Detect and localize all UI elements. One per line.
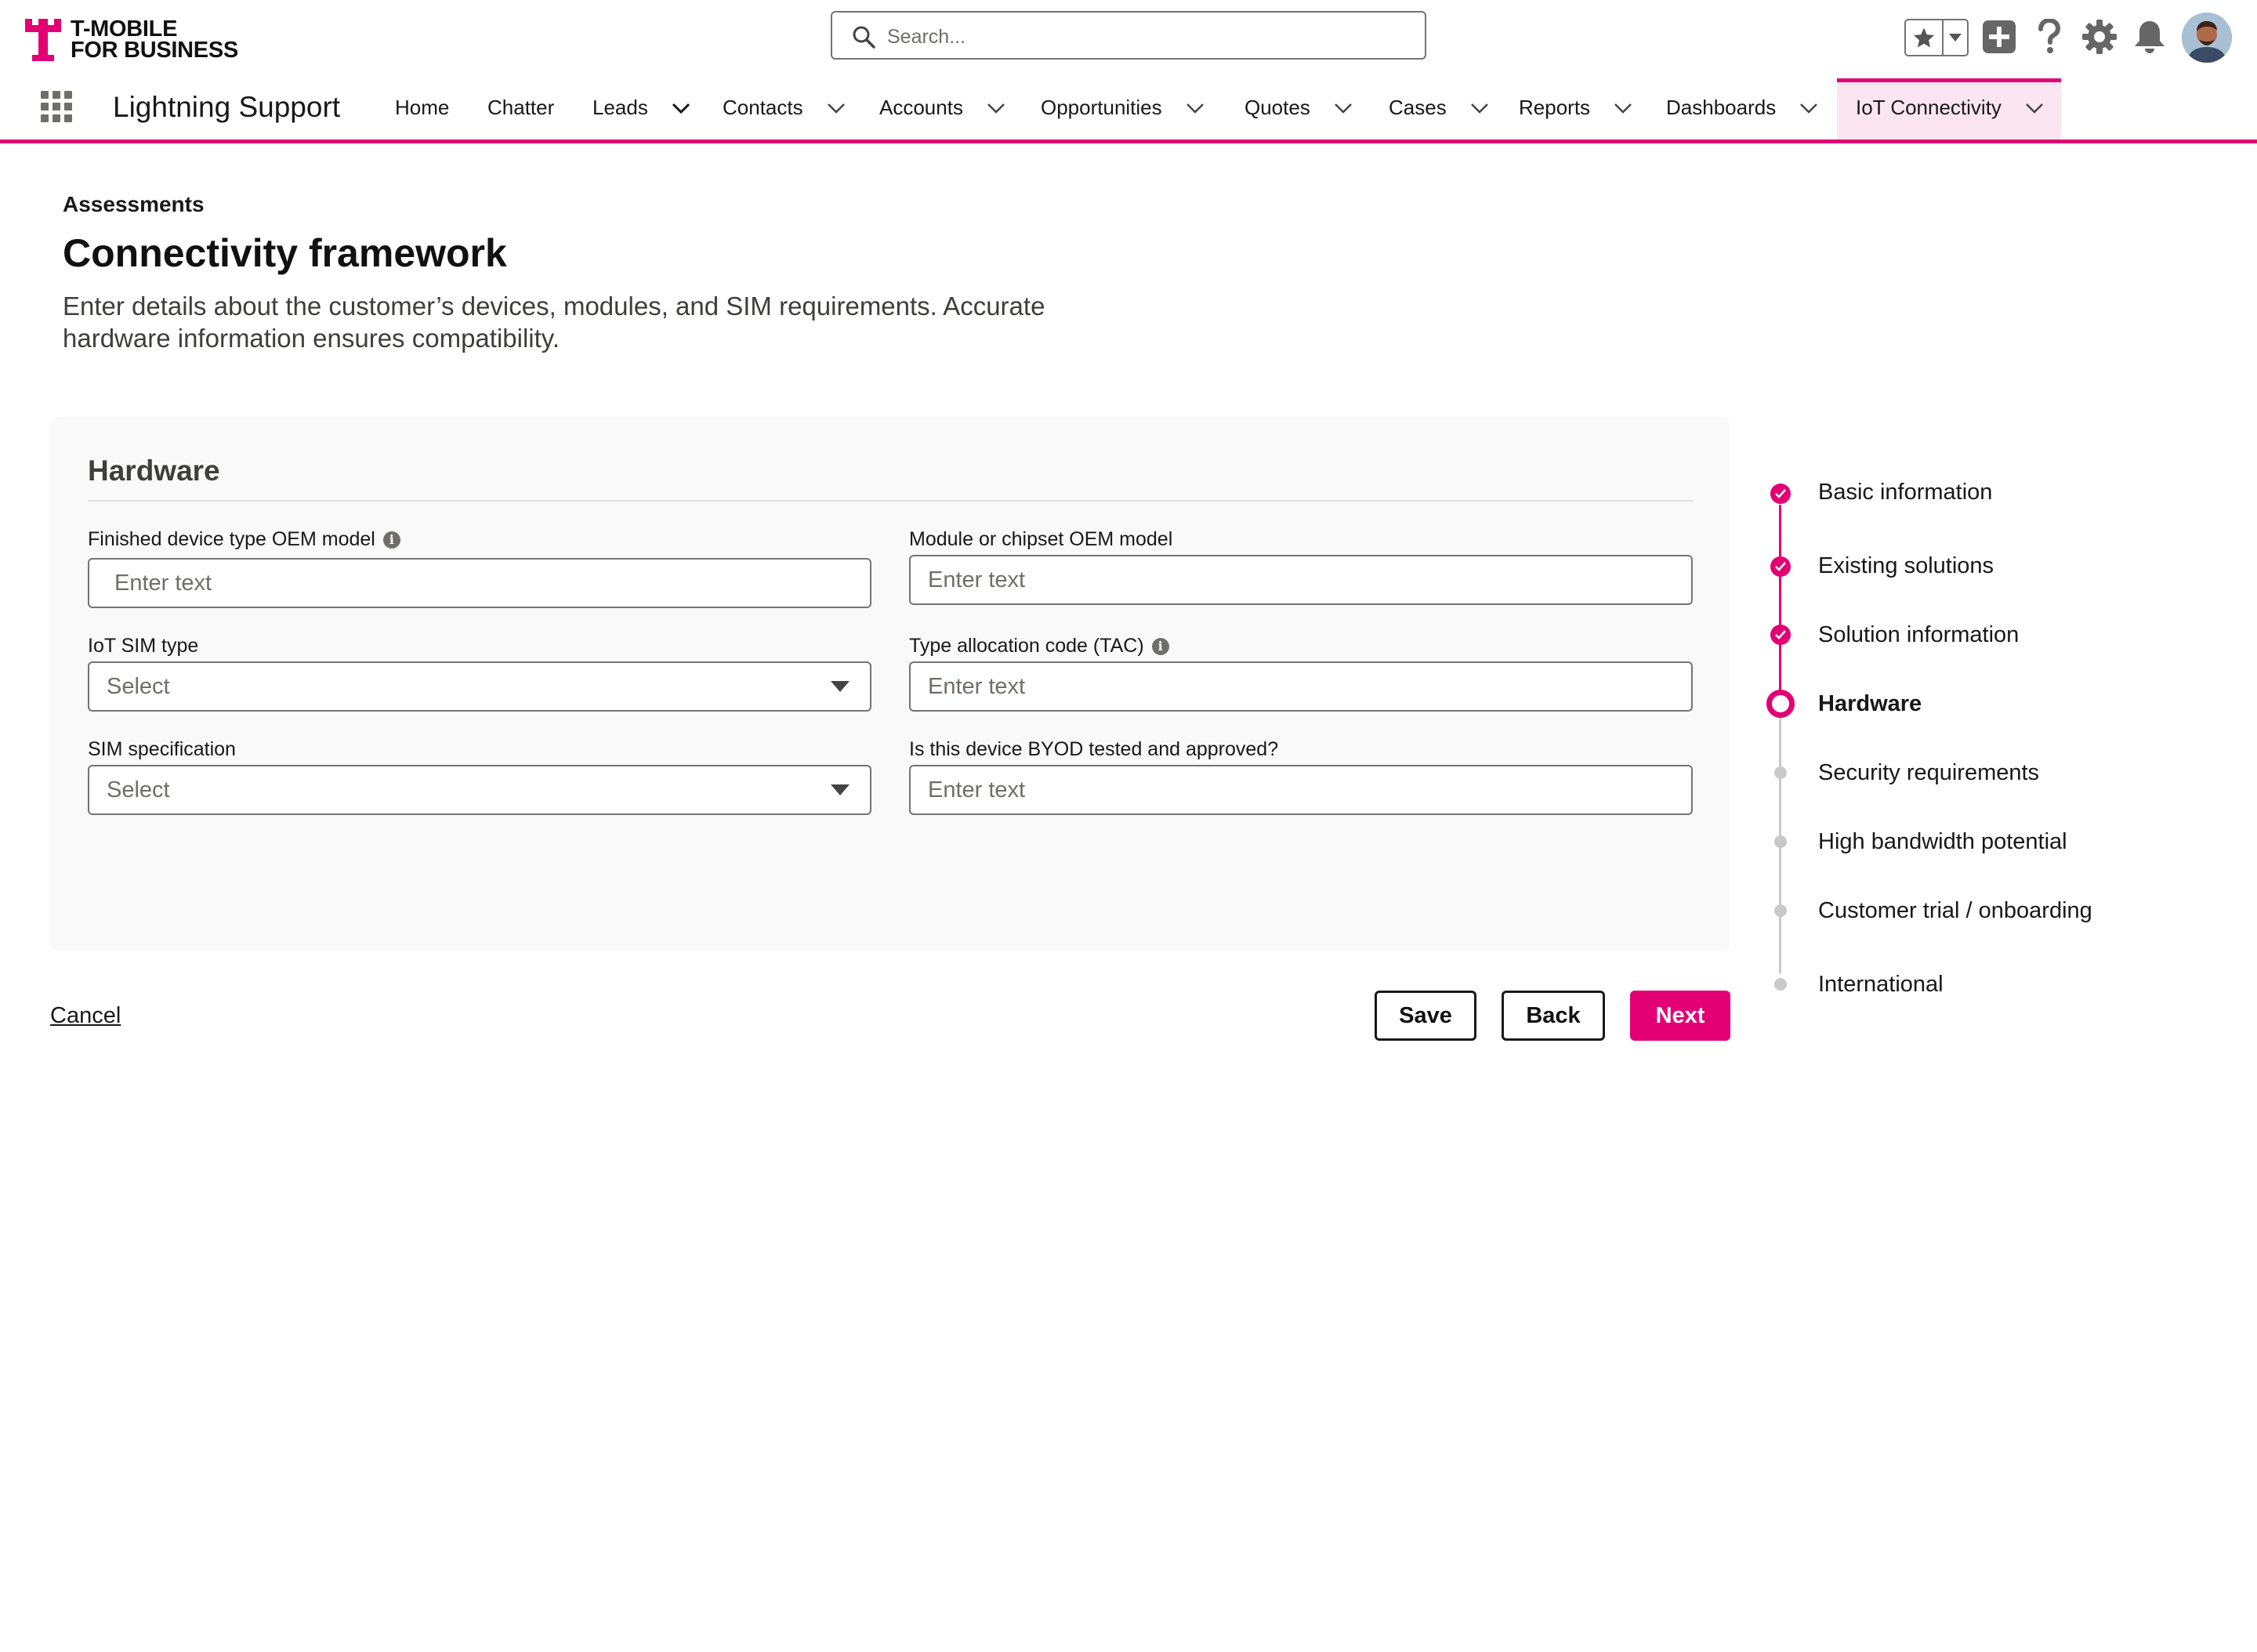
- nav-item-dashboards[interactable]: Dashboards: [1666, 96, 1818, 120]
- tac-label: Type allocation code (TAC) i: [909, 635, 1169, 658]
- step-high-bandwidth-potential[interactable]: High bandwidth potential: [1818, 829, 2067, 855]
- caret-down-icon: [831, 784, 850, 795]
- nav-item-cases[interactable]: Cases: [1389, 96, 1489, 120]
- nav-item-quotes[interactable]: Quotes: [1244, 96, 1353, 120]
- step-pending-icon: [1774, 978, 1787, 991]
- step-basic-information[interactable]: Basic information: [1818, 480, 1992, 505]
- sim-type-select[interactable]: Select: [88, 661, 871, 712]
- chevron-down-icon[interactable]: [1470, 103, 1489, 114]
- info-icon[interactable]: i: [382, 531, 400, 549]
- app-name: Lightning Support: [113, 91, 341, 123]
- sim-spec-label: SIM specification: [88, 738, 236, 760]
- nav-item-contacts[interactable]: Contacts: [723, 96, 846, 120]
- nav-item-leads[interactable]: Leads: [592, 96, 690, 120]
- chevron-down-icon[interactable]: [987, 103, 1005, 114]
- step-international[interactable]: International: [1818, 972, 1944, 998]
- nav-item-home[interactable]: Home: [395, 96, 449, 120]
- step-complete-icon: [1770, 625, 1791, 645]
- avatar[interactable]: [2182, 13, 2232, 63]
- nav-item-reports[interactable]: Reports: [1519, 96, 1632, 120]
- nav-item-iot-connectivity[interactable]: IoT Connectivity: [1856, 96, 2044, 120]
- next-button[interactable]: Next: [1630, 991, 1730, 1041]
- module-model-input[interactable]: Enter text: [909, 555, 1693, 605]
- chevron-down-icon[interactable]: [1334, 103, 1353, 114]
- t-mobile-logo-icon: [25, 19, 61, 61]
- page-description: Enter details about the customer’s devic…: [63, 292, 1045, 353]
- byod-input[interactable]: Enter text: [909, 765, 1693, 815]
- step-existing-solutions[interactable]: Existing solutions: [1818, 553, 1994, 579]
- search-icon: [853, 26, 875, 49]
- step-pending-icon: [1774, 904, 1787, 917]
- oem-model-label: Finished device type OEM model i: [88, 528, 400, 551]
- favorites-button-group[interactable]: [1904, 19, 1969, 56]
- step-solution-information[interactable]: Solution information: [1818, 622, 2019, 648]
- plus-icon[interactable]: [1980, 17, 2019, 56]
- nav-item-opportunities[interactable]: Opportunities: [1041, 96, 1205, 120]
- back-button[interactable]: Back: [1502, 991, 1605, 1041]
- step-complete-icon: [1770, 484, 1791, 504]
- help-icon[interactable]: [2030, 17, 2069, 56]
- bell-icon[interactable]: [2130, 17, 2169, 56]
- breadcrumb: Assessments: [63, 192, 205, 216]
- gear-icon[interactable]: [2080, 17, 2119, 56]
- chevron-down-icon[interactable]: [827, 103, 846, 114]
- chevron-down-icon[interactable]: [2025, 103, 2044, 114]
- chevron-down-icon[interactable]: [1799, 103, 1818, 114]
- brand-wordmark: T-MOBILE FOR BUSINESS: [71, 16, 238, 63]
- search-input[interactable]: Search...: [831, 11, 1426, 60]
- star-icon[interactable]: [1906, 20, 1944, 55]
- step-pending-icon: [1774, 835, 1787, 848]
- stepper-progress-line: [1779, 505, 1781, 704]
- chevron-down-icon[interactable]: [672, 103, 690, 114]
- tac-input[interactable]: Enter text: [909, 661, 1693, 712]
- step-pending-icon: [1774, 766, 1787, 779]
- page-title: Connectivity framework: [63, 231, 507, 275]
- section-divider: [88, 500, 1693, 502]
- step-complete-icon: [1770, 556, 1791, 577]
- sim-type-label: IoT SIM type: [88, 635, 199, 657]
- oem-model-input[interactable]: Enter text: [88, 558, 871, 608]
- chevron-down-icon[interactable]: [1186, 103, 1205, 114]
- caret-down-icon: [831, 681, 850, 692]
- sim-spec-select[interactable]: Select: [88, 765, 871, 815]
- nav-item-chatter[interactable]: Chatter: [487, 96, 554, 120]
- module-model-label: Module or chipset OEM model: [909, 528, 1173, 550]
- chevron-down-icon[interactable]: [1614, 103, 1632, 114]
- step-hardware[interactable]: Hardware: [1818, 691, 1922, 717]
- info-icon[interactable]: i: [1151, 637, 1169, 655]
- cancel-link[interactable]: Cancel: [50, 1003, 121, 1029]
- save-button[interactable]: Save: [1375, 991, 1476, 1041]
- search-placeholder: Search...: [887, 26, 966, 48]
- step-current-icon: [1766, 690, 1795, 718]
- step-security-requirements[interactable]: Security requirements: [1818, 760, 2039, 786]
- nav-item-accounts[interactable]: Accounts: [879, 96, 1005, 120]
- byod-label: Is this device BYOD tested and approved?: [909, 738, 1279, 760]
- step-customer-trial-onboarding[interactable]: Customer trial / onboarding: [1818, 898, 2092, 924]
- app-launcher-icon[interactable]: [41, 91, 72, 122]
- section-title: Hardware: [88, 455, 220, 487]
- chevron-down-icon[interactable]: [1944, 20, 1967, 55]
